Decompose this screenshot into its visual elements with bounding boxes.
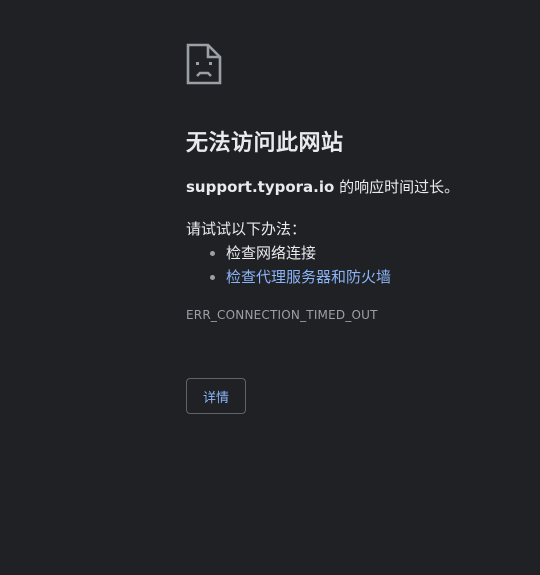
suggestions-list: 检查网络连接 检查代理服务器和防火墙 [186,241,516,289]
suggestions-heading: 请试试以下办法： [186,220,307,238]
error-content: 无法访问此网站 support.typora.io 的响应时间过长。 请试试以下… [186,43,516,323]
suggestion-check-network: 检查网络连接 [210,241,516,265]
error-message-suffix: 的响应时间过长。 [334,178,460,196]
error-message: support.typora.io 的响应时间过长。 [186,177,516,197]
error-host: support.typora.io [186,178,335,196]
error-code: ERR_CONNECTION_TIMED_OUT [186,308,378,322]
error-page: 无法访问此网站 support.typora.io 的响应时间过长。 请试试以下… [0,0,540,575]
sad-page-icon [186,43,222,85]
page-title: 无法访问此网站 [186,131,344,156]
suggestion-check-proxy: 检查代理服务器和防火墙 [210,265,516,289]
bullet-icon [210,275,215,280]
suggestion-check-network-label: 检查网络连接 [226,244,317,262]
check-proxy-link[interactable]: 检查代理服务器和防火墙 [226,268,391,286]
bullet-icon [210,251,215,256]
details-button[interactable]: 详情 [186,378,246,414]
